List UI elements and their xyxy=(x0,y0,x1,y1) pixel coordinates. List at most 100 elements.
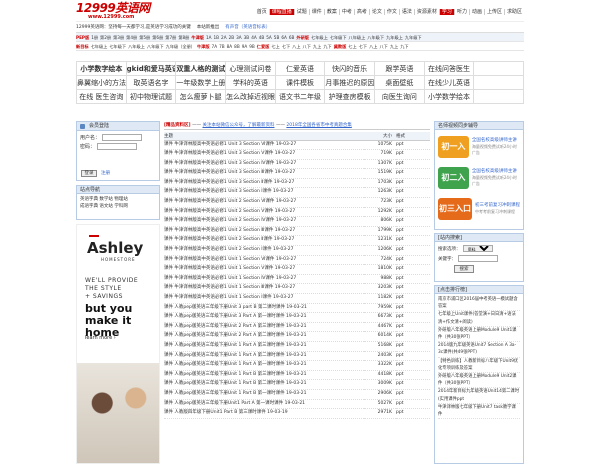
category-link[interactable]: 心理测试问卷 xyxy=(226,62,276,76)
cell-title[interactable]: 课件 牛津译林版高中英语必修1 Unit 3 Section Ⅵ课件 19-03… xyxy=(164,140,364,151)
cell-title[interactable]: 课件 牛津译林版高中英语必修1 Unit 3 Section Ⅳ课件 19-03… xyxy=(164,159,364,170)
table-row[interactable]: 课件 牛津译林版高中英语必修1 Unit 2 Section Ⅳ课件 19-03… xyxy=(164,216,430,227)
table-row[interactable]: 课件 牛津译林版高中英语必修1 Unit 3 Section Ⅰ课件 19-03… xyxy=(164,187,430,199)
cell-title[interactable]: 课件 牛津译林版高中英语必修1 Unit 1 Section Ⅵ课件 19-03… xyxy=(164,255,364,266)
version-link[interactable]: 九年级（全册） xyxy=(166,44,195,49)
cell-title[interactable]: 课件 人教pep版英语三年级下册Unit 1 Part A 第二课时课件 19-… xyxy=(164,351,364,362)
version-link[interactable]: 九上 xyxy=(313,44,321,49)
version-link[interactable]: 5B xyxy=(274,35,280,40)
table-row[interactable]: 课件 牛津译林版高中英语必修1 Unit 2 Section Ⅵ课件 19-03… xyxy=(164,197,430,208)
version-link[interactable]: 七下 xyxy=(359,44,367,49)
table-row[interactable]: 课件 牛津译林版高中英语必修1 Unit 2 Section Ⅰ课件 19-03… xyxy=(164,245,430,256)
cell-title[interactable]: 课件 人教pep版英语三年级下册Unit 1 Part A 第三课时课件 19-… xyxy=(164,341,364,352)
login-button[interactable]: 登录 xyxy=(81,170,97,177)
category-link[interactable]: 取英语名字 xyxy=(126,76,177,90)
cell-title[interactable]: 课件 牛津译林版高中英语必修1 Unit 3 Section Ⅲ课件 19-03… xyxy=(164,168,364,179)
version-link[interactable]: 第3册 xyxy=(113,35,124,40)
version-link[interactable]: 九上 xyxy=(390,44,398,49)
version-link[interactable]: 八年级下 xyxy=(367,35,384,40)
cell-title[interactable]: 课件 人教pep版英语三年级下册Unit1 Part A 第一课时课件 19-0… xyxy=(164,399,364,410)
table-row[interactable]: 课件 牛津译林版高中英语必修1 Unit 3 Section Ⅲ课件 19-03… xyxy=(164,168,430,179)
version-link[interactable]: 6A xyxy=(281,35,287,40)
cell-title[interactable]: 课件 牛津译林版高中英语必修1 Unit 2 Section Ⅲ课件 19-03… xyxy=(164,226,364,237)
category-link[interactable]: 双重人格的测试 xyxy=(176,62,226,76)
table-row[interactable]: 课件 牛津译林版高中英语必修1 Unit 1 Section Ⅵ课件 19-03… xyxy=(164,255,430,266)
cell-title[interactable]: 课件 牛津译林版高中英语必修1 Unit 2 Section Ⅵ课件 19-03… xyxy=(164,197,364,208)
topnav-item-15[interactable]: 求助区 xyxy=(503,9,524,15)
cell-title[interactable]: 课件 人教pep版英语三年级下册Unit 1 Part B 第一课时课件 19-… xyxy=(164,389,364,400)
category-link[interactable]: 怎么改掉近视眼 xyxy=(226,90,276,104)
list-item[interactable]: 2014年新目标九年级英语Unit14第二课时(实用课件ppt xyxy=(438,388,520,404)
category-link[interactable]: 跟学英语 xyxy=(375,62,425,76)
version-link[interactable]: 8A xyxy=(227,44,233,49)
video-entry[interactable]: 初三入口 初三考前复习冲刺课程 中考考前复习冲刺课程 xyxy=(438,195,520,223)
table-row[interactable]: 课件 人教pep版英语三年级下册Unit 1 Part A 第三课时课件 19-… xyxy=(164,341,430,352)
topnav-item-6[interactable]: 高考 xyxy=(353,9,369,15)
version-link[interactable]: 七下 xyxy=(282,44,290,49)
version-link[interactable]: 七上 xyxy=(271,44,279,49)
version-link[interactable]: 7B xyxy=(219,44,225,49)
category-link[interactable]: 月事推迟的原因 xyxy=(325,76,375,90)
category-link[interactable]: 怎么瘦萝卜腿 xyxy=(176,90,226,104)
version-link[interactable]: 七年级下 xyxy=(109,44,126,49)
table-row[interactable]: 课件 人教pep版英语三年级下册Unit 1 Part B 第一课时课件 19-… xyxy=(164,389,430,400)
notice-link[interactable]: 有声音（英语音标表） xyxy=(225,22,270,32)
version-link[interactable]: 第8册 xyxy=(178,35,189,40)
version-link[interactable]: 七年级上 xyxy=(311,35,328,40)
version-tag[interactable]: PEP版 xyxy=(76,35,89,40)
cell-title[interactable]: 课件 人教pep版英语三年级下册Unit 1 Part A 第一课时课件 19-… xyxy=(164,360,364,371)
grade-entry-button[interactable]: 初一入口 xyxy=(438,136,469,173)
ashley-ad[interactable]: Ashley HOMESTORE WE'LL PROVIDE THE STYLE +… xyxy=(76,224,160,464)
version-link[interactable]: 5A xyxy=(266,35,272,40)
version-link[interactable]: 第5册 xyxy=(139,35,150,40)
topnav-item-3[interactable]: 课件 xyxy=(308,9,324,15)
version-link[interactable]: 九下 xyxy=(400,44,408,49)
category-link[interactable]: 向医生询问 xyxy=(375,90,425,104)
table-row[interactable]: 课件 人教pep版英语三年级下册Unit 1 Part B 第二课时课件 19-… xyxy=(164,379,430,390)
cell-title[interactable]: 课件 人教pep版英语三年级下册Unit 1 Part B 第二课时课件 19-… xyxy=(164,379,364,390)
topnav-item-5[interactable]: 中考 xyxy=(338,9,354,15)
version-link[interactable]: 牛津版 xyxy=(197,44,210,49)
table-row[interactable]: 课件 牛津译林版高中英语必修1 Unit 2 Section Ⅴ课件 19-03… xyxy=(164,207,430,218)
version-link[interactable]: 七年级上 xyxy=(91,44,108,49)
grade-entry-button[interactable]: 初二入口 xyxy=(438,167,469,204)
topnav-item-13[interactable]: 动画 xyxy=(468,9,484,15)
category-link[interactable]: 语文书二年级 xyxy=(275,90,326,104)
category-link[interactable]: 在线少儿英语 xyxy=(424,76,475,90)
cell-title[interactable]: 课件 牛津译林版高中英语必修1 Unit 3 Section Ⅴ课件 19-03… xyxy=(164,149,364,160)
table-row[interactable]: 课件 人教pep版英语三年级下册Unit 1 Part A 第二课时课件 19-… xyxy=(164,351,430,362)
topnav-item-14[interactable]: 上传区 xyxy=(483,9,504,15)
version-link[interactable]: 3B xyxy=(244,35,250,40)
category-link[interactable]: 小学数字绘本 xyxy=(77,62,127,76)
topnav-item-10[interactable]: 资源素材 xyxy=(413,9,439,15)
version-link[interactable]: 第4册 xyxy=(126,35,137,40)
table-row[interactable]: 课件 人教pep版英语三年级下册Unit 1 Part A 第一课时课件 19-… xyxy=(164,360,430,371)
topnav-item-4[interactable]: 教案 xyxy=(323,9,339,15)
list-item[interactable]: 南京市浦口区2016届中考英语一模试题含答案 xyxy=(438,296,520,312)
video-entry[interactable]: 初二入口全国名校高级讲师主讲海量视频免费试听24小时广告 xyxy=(438,164,520,204)
topnav-item-7[interactable]: 论文 xyxy=(368,9,384,15)
cell-title[interactable]: 课件 牛津译林版高中英语必修1 Unit 1 Section Ⅴ课件 19-03… xyxy=(164,264,364,275)
version-link[interactable]: 仁爱版 xyxy=(257,44,270,49)
cell-title[interactable]: 课件 牛津译林版高中英语必修1 Unit 2 Section Ⅳ课件 19-03… xyxy=(164,216,364,227)
version-link[interactable]: 1册 xyxy=(91,35,98,40)
category-link[interactable]: 桌面壁纸 xyxy=(375,76,425,90)
list-item[interactable]: 牛津译林版七年级下册Unit7 task教学课件 xyxy=(438,404,520,420)
topnav-item-12[interactable]: 听力 xyxy=(453,9,469,15)
site-nav-line[interactable]: 成语字典 语文站 学科网 xyxy=(80,203,156,210)
table-row[interactable]: 课件 牛津译林版高中英语必修1 Unit 1 Section Ⅴ课件 19-03… xyxy=(164,264,430,275)
version-link[interactable]: 9B xyxy=(249,44,255,49)
list-item[interactable]: 外研版八年级英语上册Module9 Unit2课件（共30张PPT） xyxy=(438,373,520,389)
version-link[interactable]: 八下 xyxy=(379,44,387,49)
category-link[interactable]: gkid和爱马英语 xyxy=(126,62,177,76)
video-entry[interactable]: 初一入口全国名校高级讲师主讲海量视频免费试听24小时广告 xyxy=(438,133,520,173)
cell-title[interactable]: 课件 牛津译林版高中英语必修1 Unit 2 Section Ⅴ课件 19-03… xyxy=(164,207,364,218)
table-row[interactable]: 课件 牛津译林版高中英语必修1 Unit 3 Section Ⅳ课件 19-03… xyxy=(164,159,430,170)
version-link[interactable]: 七年级下 xyxy=(330,35,347,40)
version-link[interactable]: 4B xyxy=(259,35,265,40)
version-link[interactable]: 八年级上 xyxy=(349,35,366,40)
cell-title[interactable]: 课件 牛津译林版高中英语必修1 Unit 3 Section Ⅱ课件 19-03… xyxy=(164,178,364,189)
category-link[interactable]: 学科的英语 xyxy=(226,76,276,90)
category-link[interactable]: 护理查房模板 xyxy=(325,90,375,104)
list-item[interactable]: 七年级上Unit课件(答堂演+日日清+语法清+作文清+阅读) xyxy=(438,311,520,327)
